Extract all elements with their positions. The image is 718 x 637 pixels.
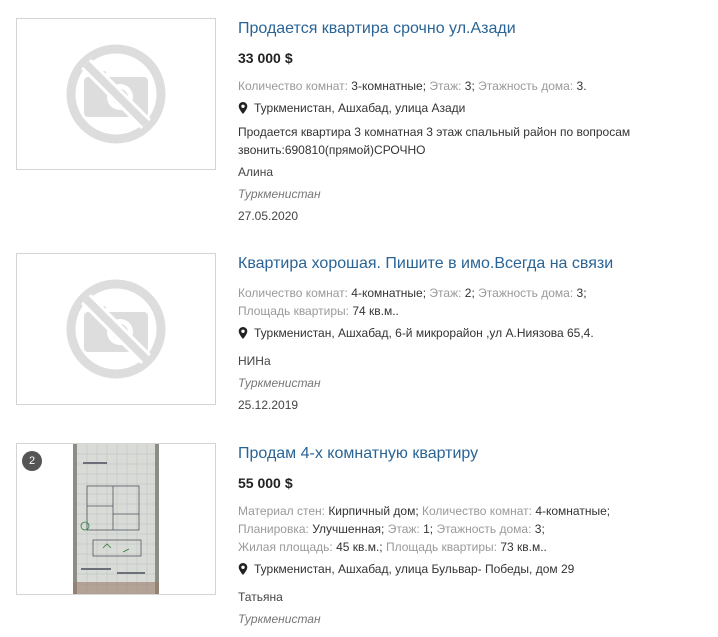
- param-key: Материал стен:: [238, 504, 325, 518]
- listing-author: Татьяна: [238, 590, 283, 604]
- no-photo-icon: [66, 44, 166, 144]
- listing-date: 27.05.2020: [238, 209, 299, 223]
- param-key: Этажность дома:: [478, 79, 574, 93]
- param-key: Планировка:: [238, 522, 309, 536]
- listing-description: Продается квартира 3 комнатная 3 этаж сп…: [238, 125, 631, 157]
- param-key: Площадь квартиры:: [238, 304, 349, 318]
- param-key: Количество комнат:: [422, 504, 532, 518]
- param-value: 74 кв.м..: [352, 304, 399, 318]
- param-key: Площадь квартиры:: [385, 540, 497, 554]
- param-value: 4-комнатные;: [351, 286, 427, 300]
- listing-params: Количество комнат: 3-комнатные; Этаж: 3;…: [238, 77, 710, 95]
- param-key: Этаж:: [429, 79, 462, 93]
- listing-region: Туркменистан: [238, 376, 321, 390]
- listing-params: Количество комнат: 4-комнатные; Этаж: 2;…: [238, 284, 710, 320]
- param-key: Количество комнат:: [238, 286, 348, 300]
- listing-region: Туркменистан: [238, 187, 321, 201]
- listing-location: Туркменистан, Ашхабад, 6-й микрорайон ,у…: [238, 324, 710, 342]
- param-value: 3;: [464, 79, 475, 93]
- listing-thumbnail[interactable]: 2: [16, 443, 216, 595]
- listing-author: НИНа: [238, 354, 271, 368]
- param-key: Жилая площадь:: [238, 540, 333, 554]
- param-value: 4-комнатные;: [535, 504, 611, 518]
- listing-location: Туркменистан, Ашхабад, улица Азади: [238, 99, 710, 117]
- param-value: 2;: [464, 286, 475, 300]
- listing-author: Алина: [238, 165, 274, 179]
- map-marker-icon: [238, 102, 248, 114]
- param-value: Кирпичный дом;: [328, 504, 419, 518]
- listing-title-link[interactable]: Квартира хорошая. Пишите в имо.Всегда на…: [238, 254, 710, 274]
- param-key: Количество комнат:: [238, 79, 348, 93]
- listing-thumbnail[interactable]: [16, 253, 216, 405]
- listing-price: 55 000 $: [238, 475, 293, 491]
- listing-title-link[interactable]: Продам 4-х комнатную квартиру: [238, 444, 710, 464]
- param-value: 3;: [534, 522, 545, 536]
- param-value: 3;: [576, 286, 587, 300]
- map-marker-icon: [238, 563, 248, 575]
- param-value: 3.: [576, 79, 587, 93]
- param-key: Этаж:: [429, 286, 462, 300]
- param-value: 1;: [423, 522, 434, 536]
- listing-title-link[interactable]: Продается квартира срочно ул.Азади: [238, 19, 710, 39]
- param-value: 73 кв.м..: [500, 540, 547, 554]
- param-key: Этажность дома:: [436, 522, 532, 536]
- no-photo-icon: [66, 279, 166, 379]
- photo-count-badge: 2: [22, 451, 42, 471]
- param-key: Этаж:: [387, 522, 420, 536]
- listing-price: 33 000 $: [238, 50, 293, 66]
- map-marker-icon: [238, 327, 248, 339]
- listing-date: 25.12.2019: [238, 398, 299, 412]
- param-key: Этажность дома:: [478, 286, 574, 300]
- param-value: 45 кв.м.;: [336, 540, 383, 554]
- listing-region: Туркменистан: [238, 612, 321, 626]
- param-value: Улучшенная;: [312, 522, 385, 536]
- floor-plan-photo: [73, 444, 159, 594]
- listing-params: Материал стен: Кирпичный дом; Количество…: [238, 502, 710, 556]
- param-value: 3-комнатные;: [351, 79, 427, 93]
- listing-thumbnail[interactable]: [16, 18, 216, 170]
- listing-location: Туркменистан, Ашхабад, улица Бульвар- По…: [238, 560, 710, 578]
